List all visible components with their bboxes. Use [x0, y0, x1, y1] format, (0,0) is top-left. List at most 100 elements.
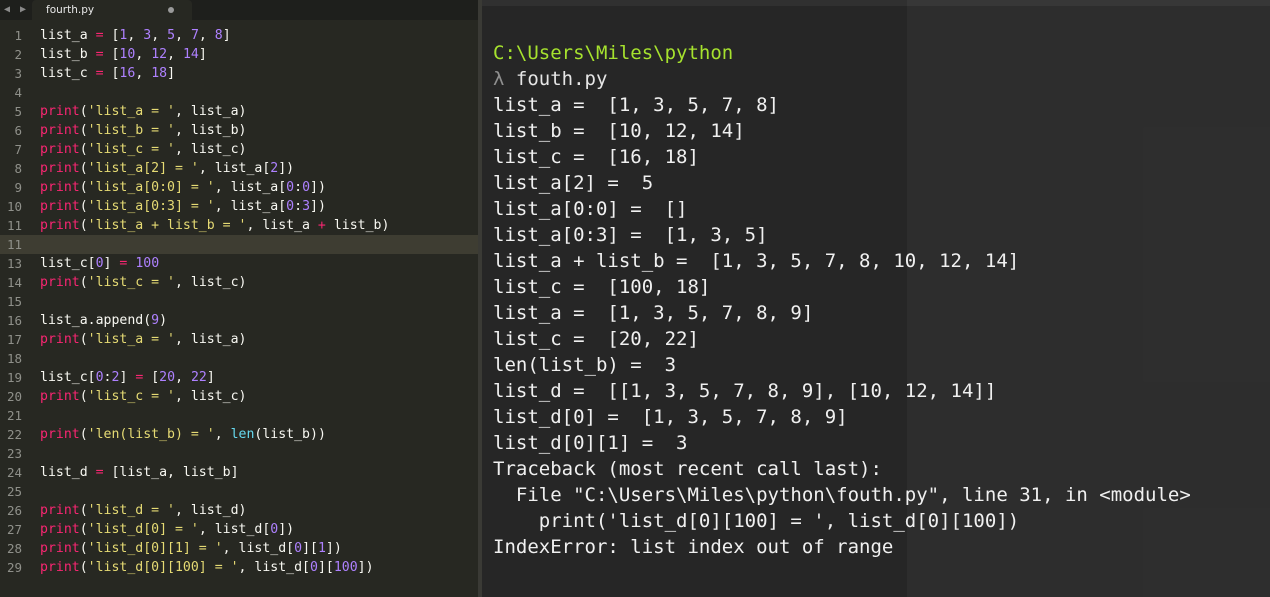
code-token: , list_d[: [222, 541, 295, 556]
code-token: , list_a): [175, 332, 247, 347]
line-number: 4: [14, 85, 22, 100]
line-number: 26: [6, 503, 22, 518]
line-number: 14: [6, 275, 22, 290]
code-token: 'list_a + list_b = ': [87, 218, 247, 233]
line-number: 19: [6, 370, 22, 385]
code-token: [: [143, 370, 160, 385]
code-token: ,: [175, 370, 191, 385]
code-line[interactable]: print('list_a + list_b = ', list_a + lis…: [40, 216, 389, 235]
unsaved-dot-icon[interactable]: [168, 7, 174, 13]
current-line-highlight: [0, 235, 478, 254]
code-token: =: [95, 465, 104, 480]
code-token: list_a.append(: [40, 313, 152, 328]
code-line[interactable]: print('list_b = ', list_b): [40, 121, 246, 140]
code-token: 'len(list_b) = ': [87, 427, 215, 442]
line-number: 9: [14, 180, 22, 195]
code-line[interactable]: list_a.append(9): [40, 311, 167, 330]
code-line[interactable]: list_c[0:2] = [20, 22]: [40, 368, 215, 387]
code-token: 100: [135, 256, 160, 271]
code-token: (: [79, 541, 88, 556]
code-token: 1: [317, 541, 326, 556]
code-token: , list_a: [246, 218, 318, 233]
code-line[interactable]: print('list_c = ', list_c): [40, 387, 246, 406]
output-line: list_b = [10, 12, 14]: [493, 120, 745, 142]
line-number: 1: [14, 28, 22, 43]
code-token: 16: [119, 66, 136, 81]
output-line: list_c = [20, 22]: [493, 328, 699, 350]
line-number: 24: [6, 465, 22, 480]
code-token: (list_b)): [254, 427, 326, 442]
output-line: list_d = [[1, 3, 5, 7, 8, 9], [10, 12, 1…: [493, 380, 997, 402]
code-line[interactable]: print('list_a = ', list_a): [40, 102, 246, 121]
code-token: , list_d[: [198, 522, 271, 537]
code-token: ]: [206, 370, 215, 385]
line-number: 21: [6, 408, 22, 423]
code-token: (: [79, 161, 88, 176]
code-line[interactable]: print('list_d[0][100] = ', list_d[0][100…: [40, 558, 374, 577]
code-line[interactable]: list_c[0] = 100: [40, 254, 159, 273]
code-line[interactable]: print('len(list_b) = ', len(list_b)): [40, 425, 326, 444]
code-token: 0: [286, 180, 295, 195]
tab-nav-arrows-icon[interactable]: ◀ ▶: [0, 0, 32, 20]
code-token: print: [40, 503, 80, 518]
output-line: Traceback (most recent call last):: [493, 458, 882, 480]
code-token: 'list_d[0][1] = ': [87, 541, 223, 556]
code-line[interactable]: print('list_c = ', list_c): [40, 140, 246, 159]
output-line: list_a[2] = 5: [493, 172, 654, 194]
code-token: print: [40, 161, 80, 176]
line-number: 13: [6, 256, 22, 271]
code-token: list_d: [40, 465, 96, 480]
code-line[interactable]: print('list_a[2] = ', list_a[2]): [40, 159, 294, 178]
line-number: 20: [6, 389, 22, 404]
code-line[interactable]: print('list_d[0] = ', list_d[0]): [40, 520, 294, 539]
code-token: (: [79, 142, 88, 157]
output-line: list_c = [100, 18]: [493, 276, 711, 298]
code-line[interactable]: print('list_d[0][1] = ', list_d[0][1]): [40, 539, 342, 558]
code-token: , list_d): [175, 503, 247, 518]
code-line[interactable]: list_c = [16, 18]: [40, 64, 175, 83]
code-line[interactable]: list_d = [list_a, list_b]: [40, 463, 239, 482]
code-token: 12: [151, 47, 168, 62]
code-token: 0: [309, 560, 318, 575]
line-number: 18: [6, 351, 22, 366]
code-token: =: [95, 47, 104, 62]
line-number: 23: [6, 446, 22, 461]
code-token: [: [103, 47, 120, 62]
code-token: ): [159, 313, 168, 328]
code-token: print: [40, 389, 80, 404]
line-number: 28: [6, 541, 22, 556]
line-number: 8: [14, 161, 22, 176]
code-token: ,: [214, 427, 231, 442]
code-token: 3: [302, 199, 311, 214]
terminal-window[interactable]: C:\Users\Miles\python λ fouth.py list_a …: [482, 0, 1270, 597]
code-token: (: [79, 123, 88, 138]
code-token: , list_c): [175, 142, 247, 157]
code-token: 'list_c = ': [87, 389, 175, 404]
code-editor[interactable]: ◀ ▶ fourth.py 1 list_a = [1, 3, 5, 7, 8] 2…: [0, 0, 478, 597]
code-line[interactable]: print('list_d = ', list_d): [40, 501, 246, 520]
code-token: 0: [286, 199, 295, 214]
output-line: list_a[0:3] = [1, 3, 5]: [493, 224, 768, 246]
tab-bar: ◀ ▶ fourth.py: [0, 0, 478, 20]
code-token: 9: [151, 313, 160, 328]
code-line[interactable]: list_a = [1, 3, 5, 7, 8]: [40, 26, 231, 45]
code-token: (: [79, 104, 88, 119]
output-line: list_a[0:0] = []: [493, 198, 688, 220]
output-line: list_a = [1, 3, 5, 7, 8]: [493, 94, 779, 116]
code-token: 8: [214, 28, 223, 43]
code-line[interactable]: print('list_a[0:0] = ', list_a[0:0]): [40, 178, 326, 197]
code-token: ,: [135, 66, 152, 81]
output-line: File "C:\Users\Miles\python\fouth.py", l…: [493, 484, 1191, 506]
code-token: ,: [151, 28, 168, 43]
code-token: print: [40, 427, 80, 442]
output-line: len(list_b) = 3: [493, 354, 677, 376]
code-token: 7: [190, 28, 199, 43]
code-line[interactable]: print('list_a = ', list_a): [40, 330, 246, 349]
code-line[interactable]: print('list_a[0:3] = ', list_a[0:3]): [40, 197, 326, 216]
code-token: 18: [151, 66, 168, 81]
line-number: 16: [6, 313, 22, 328]
code-line[interactable]: list_b = [10, 12, 14]: [40, 45, 207, 64]
code-token: , list_a[: [214, 199, 287, 214]
code-line[interactable]: print('list_c = ', list_c): [40, 273, 246, 292]
tab-fourth-py[interactable]: fourth.py: [32, 0, 192, 20]
